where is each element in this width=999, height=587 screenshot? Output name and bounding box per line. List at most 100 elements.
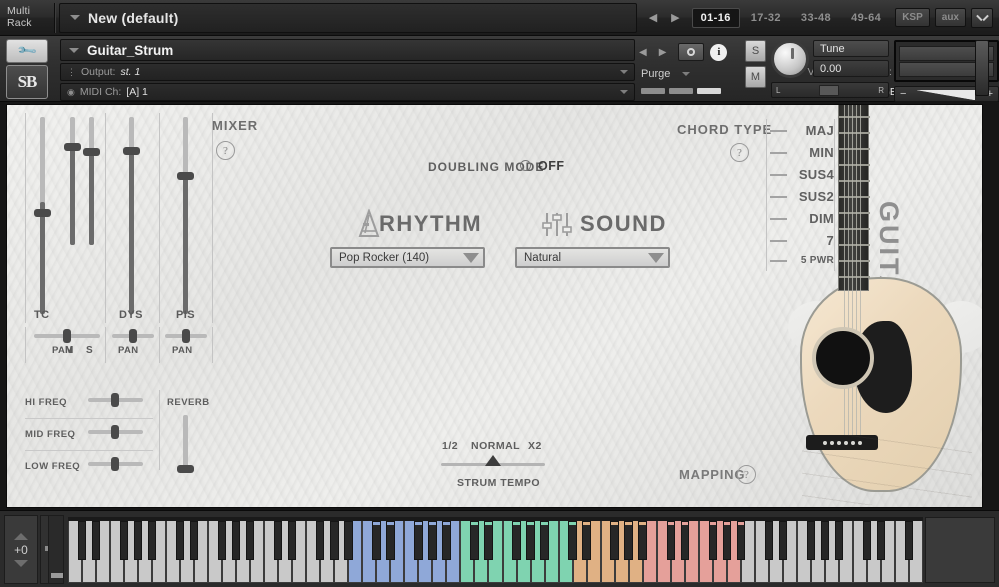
- keyboard-pitchwheel[interactable]: [48, 515, 64, 584]
- piano-black-key[interactable]: [133, 521, 143, 560]
- piano-black-key[interactable]: [666, 521, 675, 560]
- reverb-slider[interactable]: [177, 415, 194, 473]
- piano-black-key[interactable]: [189, 521, 199, 560]
- pan-handle[interactable]: [819, 84, 840, 96]
- piano-black-key[interactable]: [77, 521, 87, 560]
- piano-black-key[interactable]: [764, 521, 774, 560]
- piano-black-key[interactable]: [638, 521, 647, 560]
- bank-tab-17-32[interactable]: 17-32: [742, 8, 790, 28]
- fader-handle[interactable]: [83, 148, 100, 156]
- minimize-icon[interactable]: [971, 7, 993, 28]
- reverb-handle[interactable]: [177, 465, 194, 473]
- fader-pis[interactable]: [177, 117, 194, 314]
- edit-wrench-button[interactable]: 🔧: [6, 39, 48, 63]
- pan-slider-2[interactable]: [112, 329, 154, 343]
- piano-black-key[interactable]: [526, 521, 535, 560]
- fader-handle[interactable]: [34, 209, 51, 217]
- piano-black-key[interactable]: [624, 521, 633, 560]
- instrument-scroll-strip[interactable]: [975, 40, 989, 96]
- next-preset-button[interactable]: ▶: [671, 11, 679, 24]
- piano-keyboard[interactable]: [68, 517, 923, 583]
- prev-preset-button[interactable]: ◀: [649, 11, 657, 24]
- eq-mid-slider[interactable]: [88, 425, 143, 439]
- pan-handle[interactable]: [182, 329, 190, 343]
- piano-black-key[interactable]: [217, 521, 227, 560]
- snapshot-next-button[interactable]: ▶: [659, 47, 667, 58]
- eq-mid-handle[interactable]: [111, 425, 119, 439]
- fader-handle[interactable]: [177, 172, 194, 180]
- piano-black-key[interactable]: [442, 521, 451, 560]
- mixer-help-icon[interactable]: ?: [216, 141, 235, 160]
- piano-black-key[interactable]: [834, 521, 844, 560]
- eq-low-handle[interactable]: [111, 457, 119, 471]
- piano-black-key[interactable]: [568, 521, 577, 560]
- piano-black-key[interactable]: [512, 521, 521, 560]
- pan-handle[interactable]: [63, 329, 71, 343]
- keyboard-transpose-control[interactable]: +0: [4, 515, 38, 584]
- piano-black-key[interactable]: [540, 521, 549, 560]
- sound-dropdown[interactable]: Natural: [515, 247, 670, 268]
- transpose-down-icon[interactable]: [14, 559, 28, 567]
- volume-minus-label[interactable]: −: [900, 88, 906, 100]
- midi-channel-row[interactable]: ◉ MIDI Ch: [A] 1: [60, 83, 635, 101]
- piano-black-key[interactable]: [904, 521, 914, 560]
- piano-black-key[interactable]: [722, 521, 731, 560]
- eq-low-slider[interactable]: [88, 457, 143, 471]
- tune-knob[interactable]: [771, 40, 809, 78]
- piano-black-key[interactable]: [119, 521, 129, 560]
- piano-black-key[interactable]: [708, 521, 717, 560]
- pan-slider-1[interactable]: [34, 329, 100, 343]
- piano-black-key[interactable]: [610, 521, 619, 560]
- chord-type-help-icon[interactable]: ?: [730, 143, 749, 162]
- tune-value[interactable]: 0.00: [813, 60, 889, 77]
- piano-black-key[interactable]: [330, 521, 339, 560]
- piano-black-key[interactable]: [582, 521, 591, 560]
- fader-handle[interactable]: [123, 147, 140, 155]
- piano-black-key[interactable]: [175, 521, 185, 560]
- output-row[interactable]: ⋮ Output: st. 1: [60, 63, 635, 81]
- piano-black-key[interactable]: [876, 521, 886, 560]
- bank-tab-01-16[interactable]: 01-16: [691, 7, 740, 28]
- aux-button[interactable]: aux: [934, 8, 966, 27]
- piano-black-key[interactable]: [778, 521, 788, 560]
- piano-black-key[interactable]: [316, 521, 325, 560]
- piano-black-key[interactable]: [372, 521, 381, 560]
- pan-slider[interactable]: L R: [771, 82, 889, 98]
- piano-black-key[interactable]: [470, 521, 479, 560]
- eq-hi-handle[interactable]: [111, 393, 119, 407]
- fader-m[interactable]: [64, 117, 81, 245]
- fader-s[interactable]: [83, 117, 100, 245]
- multi-preset-selector[interactable]: New (default): [59, 2, 637, 33]
- piano-black-key[interactable]: [680, 521, 689, 560]
- mapping-help-icon[interactable]: ?: [737, 465, 756, 484]
- ksp-button[interactable]: KSP: [895, 8, 930, 27]
- eq-hi-slider[interactable]: [88, 393, 143, 407]
- piano-black-key[interactable]: [386, 521, 395, 560]
- fader-handle[interactable]: [64, 143, 81, 151]
- piano-black-key[interactable]: [288, 521, 297, 560]
- piano-black-key[interactable]: [820, 521, 830, 560]
- mute-button[interactable]: M: [745, 66, 766, 88]
- piano-black-key[interactable]: [736, 521, 745, 560]
- piano-black-key[interactable]: [344, 521, 353, 560]
- info-button[interactable]: i: [710, 43, 728, 61]
- piano-black-key[interactable]: [91, 521, 101, 560]
- piano-black-key[interactable]: [806, 521, 816, 560]
- piano-black-key[interactable]: [231, 521, 241, 560]
- piano-black-key[interactable]: [428, 521, 437, 560]
- piano-black-key[interactable]: [484, 521, 493, 560]
- pan-slider-3[interactable]: [165, 329, 207, 343]
- instrument-title-row[interactable]: Guitar_Strum: [60, 39, 635, 61]
- chevron-down-icon[interactable]: [682, 72, 691, 76]
- chevron-down-icon[interactable]: [620, 70, 628, 74]
- piano-black-key[interactable]: [147, 521, 157, 560]
- snapshot-prev-button[interactable]: ◀: [639, 47, 647, 58]
- chevron-down-icon[interactable]: [620, 90, 628, 94]
- pan-handle[interactable]: [129, 329, 137, 343]
- fader-dys[interactable]: [123, 117, 140, 314]
- fader-tc[interactable]: [34, 117, 51, 314]
- bank-tab-33-48[interactable]: 33-48: [792, 8, 840, 28]
- bank-tab-49-64[interactable]: 49-64: [842, 8, 890, 28]
- transpose-up-icon[interactable]: [14, 532, 28, 540]
- strum-tempo-handle[interactable]: [485, 455, 501, 466]
